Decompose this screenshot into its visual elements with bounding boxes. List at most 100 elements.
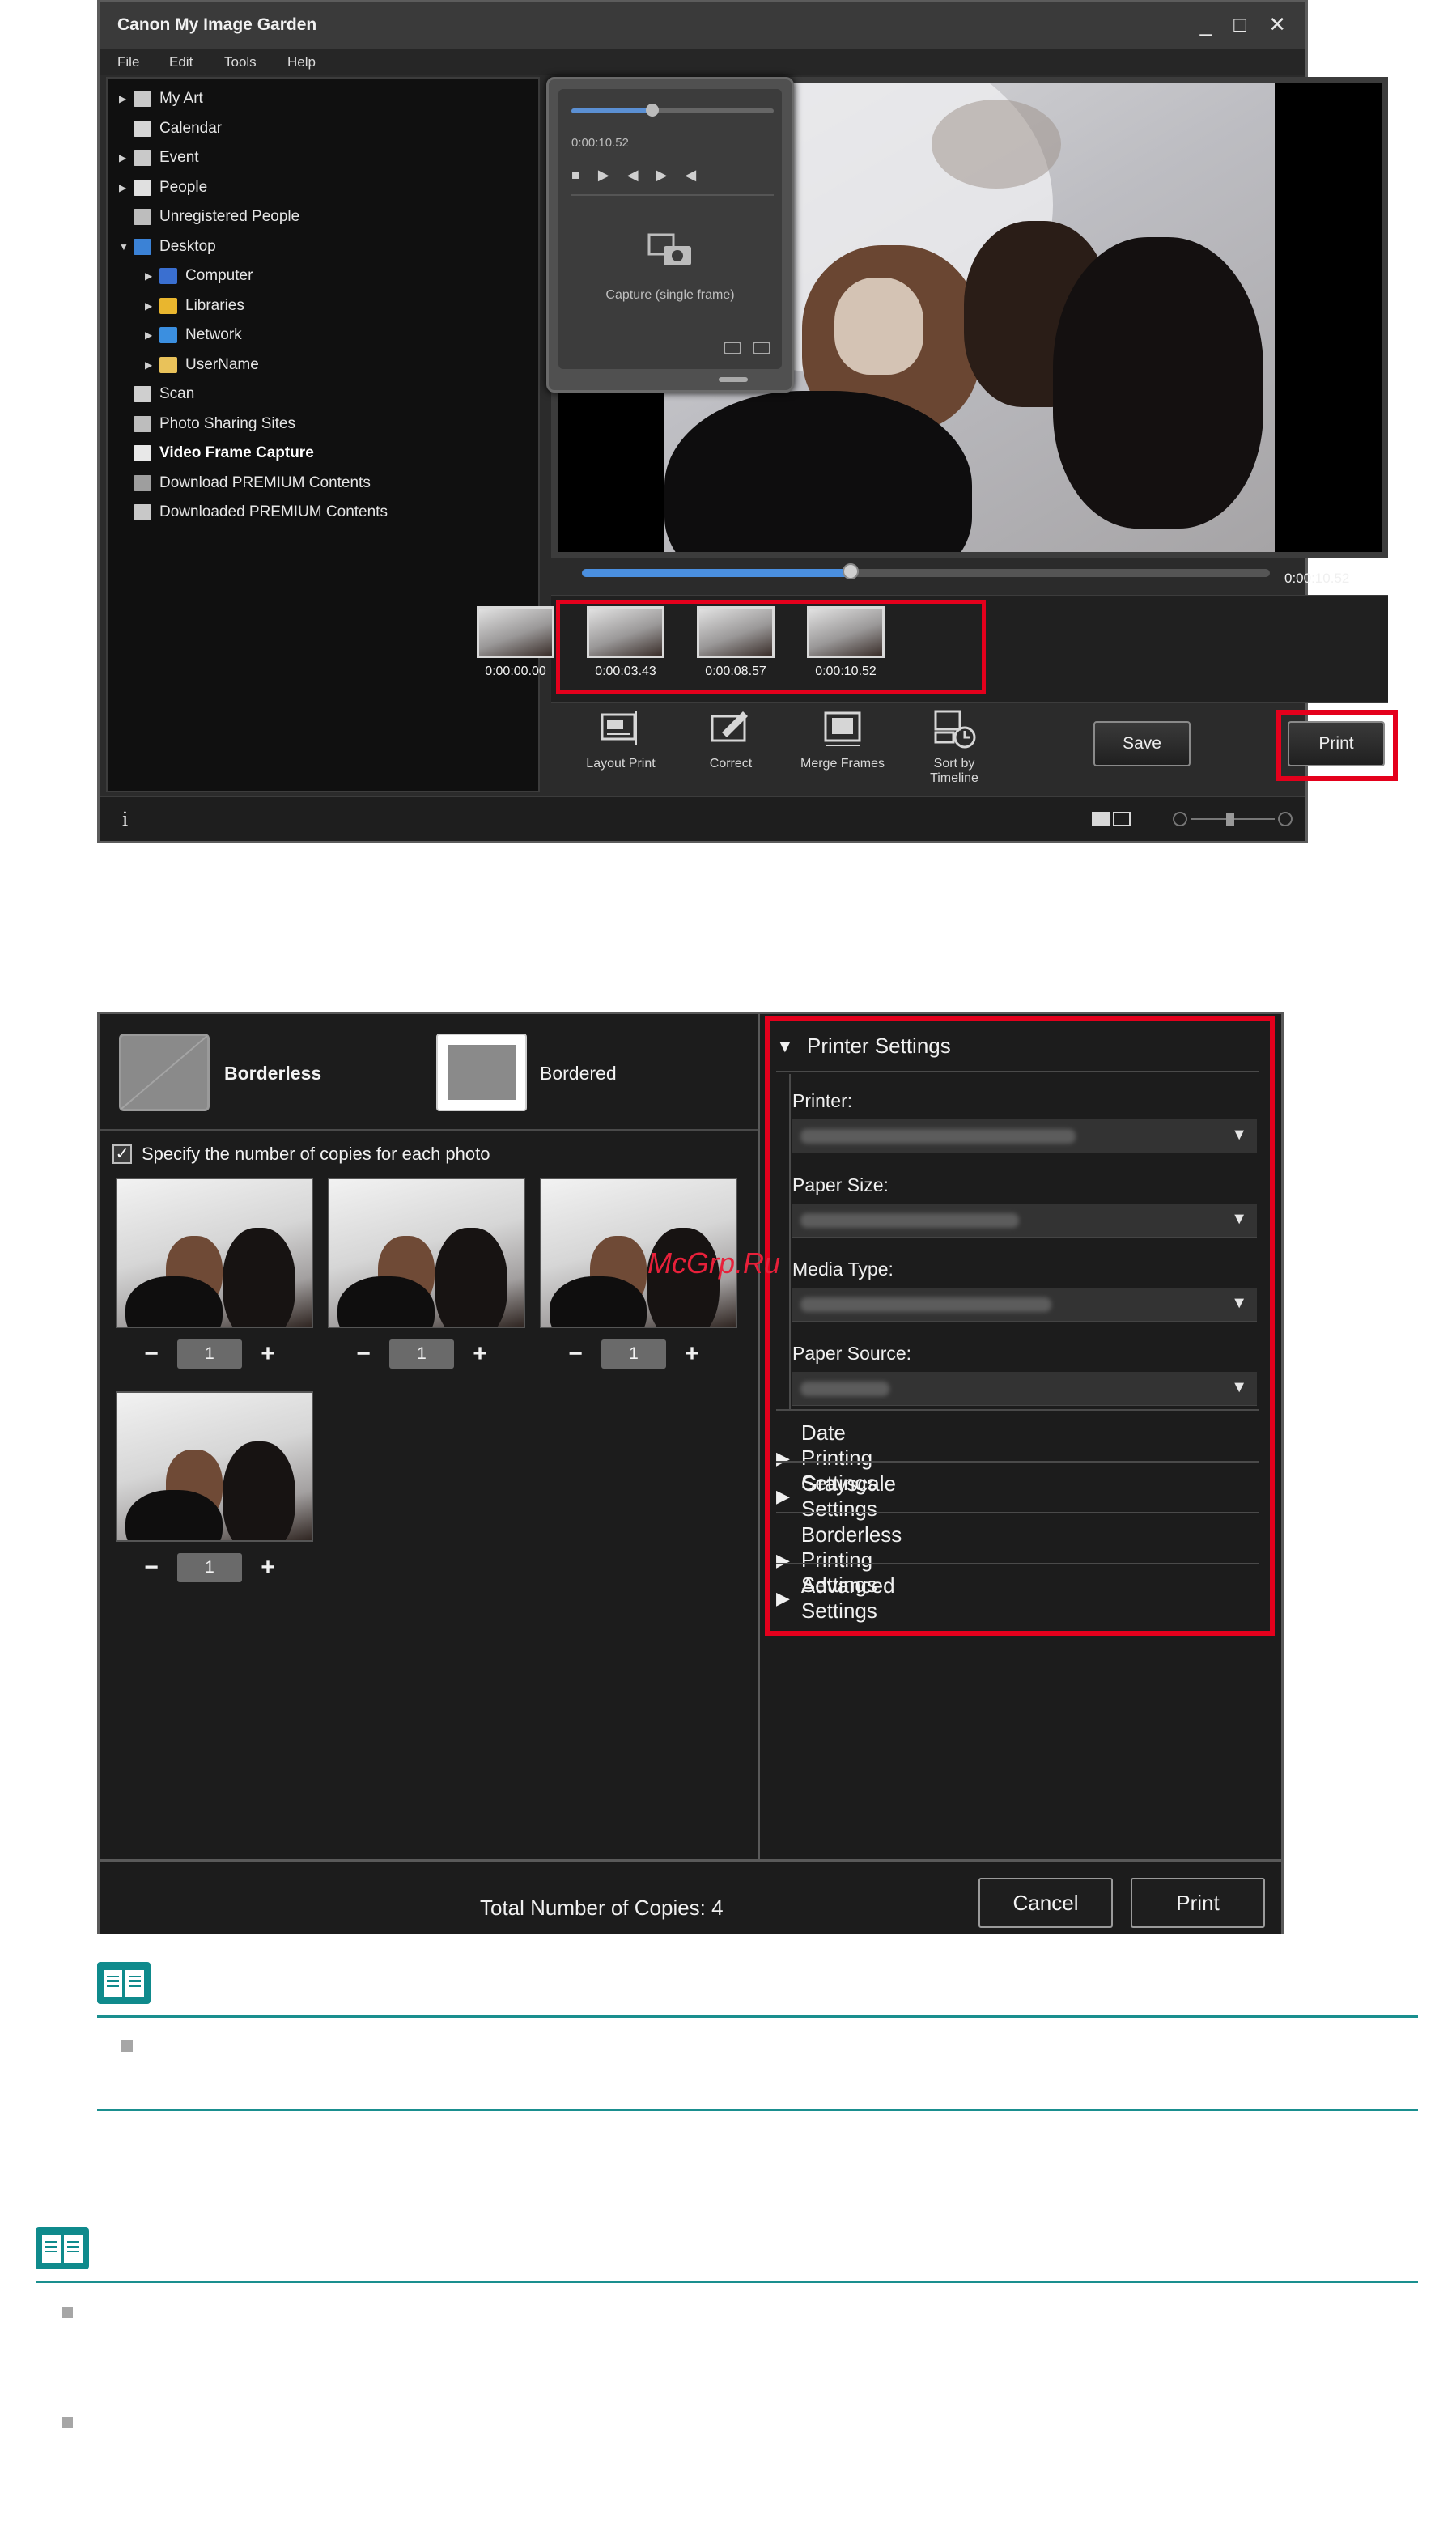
tree-item-calendar[interactable]: Calendar — [119, 117, 222, 141]
copies-per-photo-row[interactable]: ✓ Specify the number of copies for each … — [112, 1144, 490, 1165]
tree-item-my-art[interactable]: ▶ My Art — [119, 87, 203, 111]
tool-sort-by-timeline[interactable]: Sort by Timeline — [898, 708, 1011, 786]
tree-item-label: UserName — [185, 355, 259, 373]
video-capture-panel[interactable]: 0:00:10.52 ■▶◀▶◀ Capture (single frame) — [546, 77, 794, 393]
decrement-button[interactable]: − — [559, 1340, 592, 1368]
tree-item-unregistered-people[interactable]: Unregistered People — [119, 205, 299, 229]
frame-timestamp: 0:00:00.00 — [485, 664, 546, 678]
capture-mode-icon[interactable] — [724, 342, 741, 354]
video-seek-bar[interactable] — [582, 563, 1270, 579]
tree-item-desktop[interactable]: ▼ Desktop — [119, 235, 216, 259]
copies-checkbox-label: Specify the number of copies for each ph… — [142, 1144, 490, 1164]
tree-item-downloaded-premium-contents[interactable]: Downloaded PREMIUM Contents — [119, 500, 388, 524]
info-icon[interactable]: i — [122, 807, 128, 831]
decrement-button[interactable]: − — [135, 1340, 168, 1368]
expand-arrow-icon[interactable]: ▶ — [119, 93, 134, 104]
playback-controls[interactable]: ■▶◀▶◀ — [571, 167, 714, 184]
borderless-label[interactable]: Borderless — [224, 1063, 321, 1085]
captured-frame-thumbnail[interactable] — [477, 606, 554, 658]
bordered-layout-option[interactable] — [436, 1034, 527, 1111]
tree-item-label: Unregistered People — [159, 208, 300, 225]
tree-item-label: Network — [185, 326, 242, 343]
tree-item-download-premium-contents[interactable]: Download PREMIUM Contents — [119, 471, 371, 495]
tree-item-network[interactable]: ▶ Network — [145, 323, 242, 347]
increment-button[interactable]: + — [464, 1340, 496, 1368]
tree-item-label: Downloaded PREMIUM Contents — [159, 503, 388, 520]
note-book-icon — [97, 1962, 151, 2004]
note-top-rule — [36, 2281, 1418, 2283]
save-button[interactable]: Save — [1093, 721, 1191, 766]
expand-arrow-icon[interactable]: ▶ — [119, 182, 134, 193]
photo-thumbnail[interactable] — [116, 1391, 313, 1542]
people-icon — [134, 179, 151, 196]
tool-label: Sort by Timeline — [930, 757, 978, 785]
copies-value[interactable]: 1 — [601, 1339, 666, 1369]
layout-selector: Borderless Bordered — [100, 1014, 758, 1131]
copies-value[interactable]: 1 — [177, 1339, 242, 1369]
view-toggle-icon[interactable] — [1092, 812, 1131, 826]
tree-item-photo-sharing-sites[interactable]: Photo Sharing Sites — [119, 412, 295, 436]
capture-seek-knob[interactable] — [646, 104, 659, 117]
expand-arrow-icon[interactable]: ▶ — [119, 152, 134, 163]
merge-frames-icon — [819, 708, 866, 749]
expand-arrow-icon[interactable]: ▶ — [145, 300, 159, 312]
window-controls[interactable]: _ □ ✕ — [1200, 12, 1294, 37]
menu-edit[interactable]: Edit — [169, 54, 193, 70]
collapse-arrow-icon[interactable]: ▼ — [119, 241, 134, 253]
menu-file[interactable]: File — [117, 54, 139, 70]
zoom-slider[interactable] — [1173, 810, 1294, 828]
tree-item-scan[interactable]: Scan — [119, 382, 194, 406]
copies-value[interactable]: 1 — [389, 1339, 454, 1369]
tree-item-libraries[interactable]: ▶ Libraries — [145, 294, 244, 318]
copies-stepper: −1 + — [347, 1339, 496, 1369]
panel-resize-handle[interactable] — [719, 377, 748, 382]
increment-button[interactable]: + — [676, 1340, 708, 1368]
frames-highlight — [556, 600, 986, 694]
libraries-icon — [159, 297, 177, 314]
tool-correct[interactable]: Correct — [674, 708, 787, 771]
tree-item-label: Event — [159, 149, 199, 166]
decrement-button[interactable]: − — [135, 1554, 168, 1581]
seek-knob[interactable] — [842, 563, 859, 579]
dialog-print-button[interactable]: Print — [1131, 1878, 1265, 1928]
tree-item-label: Photo Sharing Sites — [159, 414, 295, 432]
tree-item-video-frame-capture[interactable]: Video Frame Capture — [119, 441, 314, 465]
expand-arrow-icon[interactable]: ▶ — [145, 359, 159, 371]
scan-icon — [134, 386, 151, 402]
increment-button[interactable]: + — [252, 1340, 284, 1368]
camera-icon[interactable] — [753, 342, 770, 354]
tree-item-computer[interactable]: ▶ Computer — [145, 264, 253, 288]
tree-item-label: Computer — [185, 267, 253, 284]
bordered-label[interactable]: Bordered — [540, 1063, 617, 1085]
photo-thumbnail[interactable] — [328, 1178, 525, 1328]
note-bullet — [62, 2307, 73, 2318]
copies-value[interactable]: 1 — [177, 1553, 242, 1582]
tool-merge-frames[interactable]: Merge Frames — [786, 708, 899, 771]
user-folder-icon — [159, 356, 177, 373]
expand-arrow-icon[interactable]: ▶ — [145, 270, 159, 282]
borderless-layout-option[interactable] — [119, 1034, 210, 1111]
watermark-text: McGrp.Ru — [647, 1246, 781, 1280]
calendar-icon — [134, 120, 151, 137]
cancel-button[interactable]: Cancel — [978, 1878, 1113, 1928]
capture-frame-icon[interactable] — [647, 231, 694, 269]
decrement-button[interactable]: − — [347, 1340, 380, 1368]
network-icon — [159, 327, 177, 343]
expand-arrow-icon[interactable]: ▶ — [145, 329, 159, 341]
current-time: 0:00:10.52 — [1284, 571, 1350, 586]
photo-sharing-icon — [134, 415, 151, 432]
copies-stepper: −1 + — [135, 1553, 284, 1582]
note-book-icon — [36, 2227, 89, 2269]
tool-layout-print[interactable]: Layout Print — [564, 708, 677, 771]
increment-button[interactable]: + — [252, 1554, 284, 1581]
copies-checkbox[interactable]: ✓ — [112, 1144, 132, 1164]
tree-item-username[interactable]: ▶ UserName — [145, 353, 259, 377]
tree-item-label: Download PREMIUM Contents — [159, 473, 371, 491]
print-preview-pane: Borderless Bordered ✓ Specify the number… — [100, 1014, 760, 1859]
capture-time: 0:00:10.52 — [571, 136, 629, 150]
menu-help[interactable]: Help — [287, 54, 316, 70]
tree-item-people[interactable]: ▶ People — [119, 176, 207, 200]
tree-item-event[interactable]: ▶ Event — [119, 146, 199, 170]
menu-tools[interactable]: Tools — [224, 54, 257, 70]
photo-thumbnail[interactable] — [116, 1178, 313, 1328]
